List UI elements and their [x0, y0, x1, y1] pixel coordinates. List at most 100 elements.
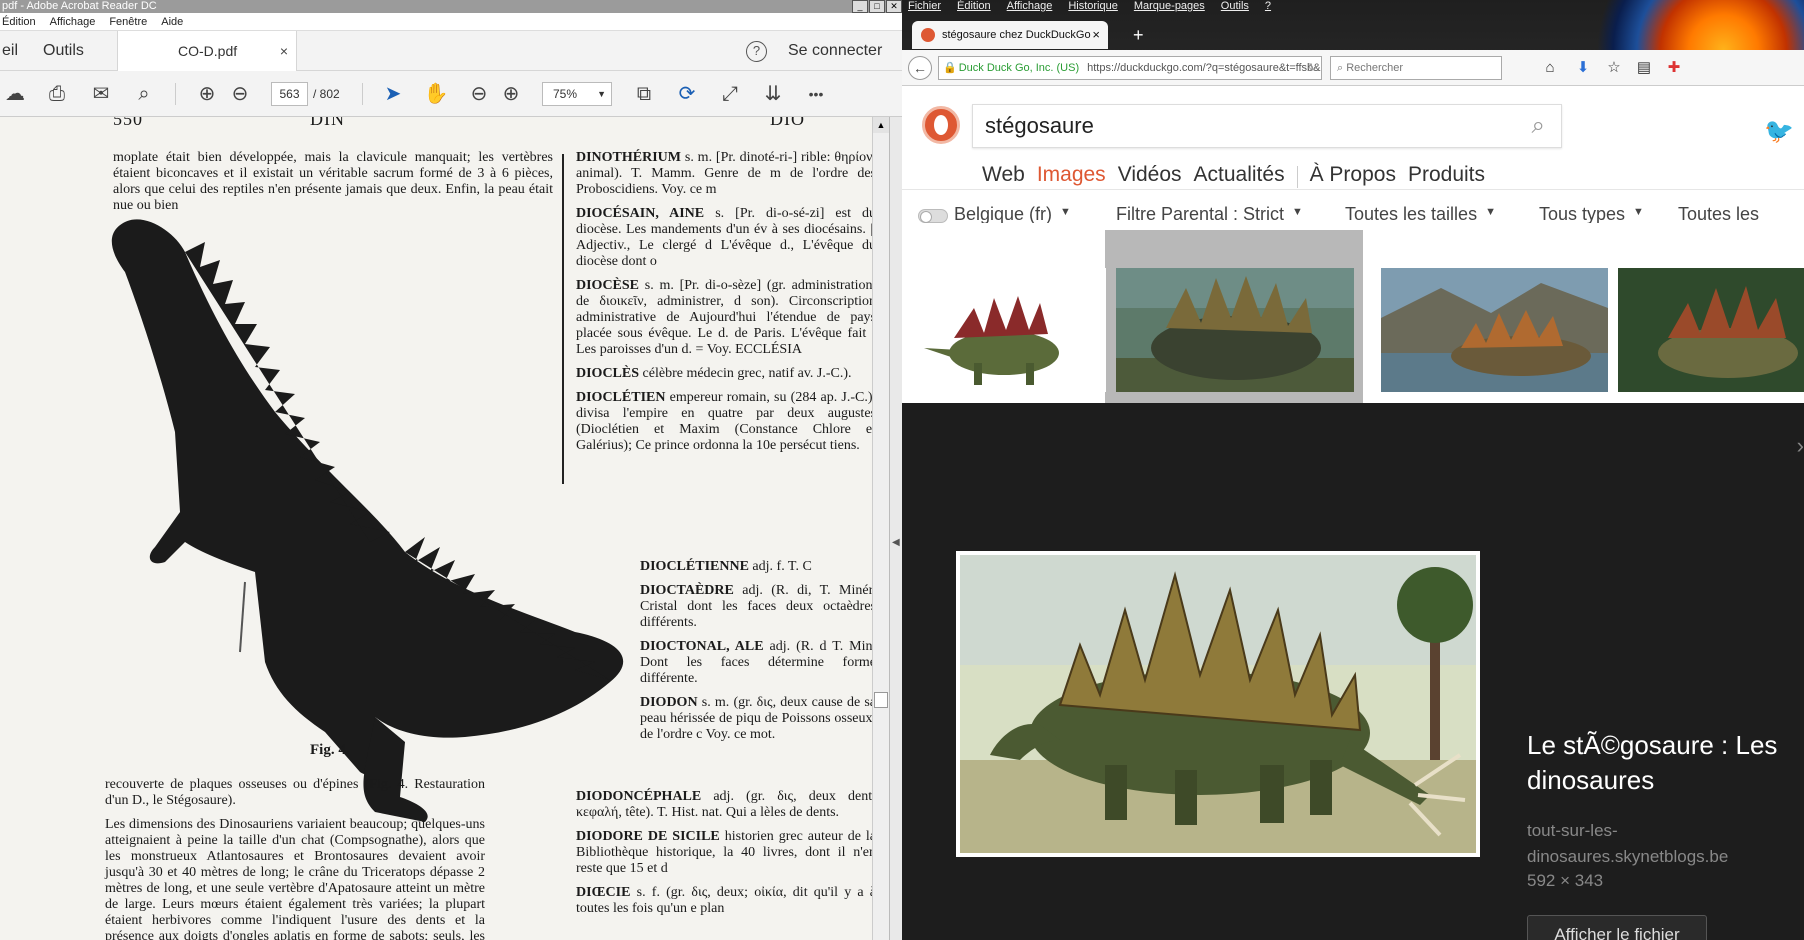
image-thumbnail[interactable] [1381, 268, 1608, 392]
nav-videos[interactable]: Vidéos [1118, 163, 1182, 188]
size-filter[interactable]: Toutes les tailles ▼ [1345, 204, 1496, 223]
paragraph: recouverte de plaques osseuses ou d'épin… [105, 777, 485, 808]
caret-down-icon: ▼ [1633, 206, 1644, 218]
region-toggle[interactable] [918, 209, 948, 223]
running-head-right: DIO [770, 117, 805, 129]
lock-icon: 🔒 [943, 62, 957, 74]
menu-edition[interactable]: Édition [957, 0, 991, 14]
acrobat-toolbar: ☁ ⎙ ✉ ⌕ ⊕ ⊖ 563 / 802 ➤ ✋ ⊖ ⊕ 75% ▼ ⧉ ⟳ ⤢… [0, 71, 902, 117]
site-identity[interactable]: Duck Duck Go, Inc. (US) [959, 62, 1079, 74]
image-detail-panel: › Le stÃ©gosaure : Les dinosaures tout-s… [902, 403, 1804, 940]
query-input[interactable]: stégosaure ⌕ [972, 104, 1562, 148]
dictionary-entry: DIOCLÉTIEN empereur romain, su (284 ap. … [576, 390, 872, 454]
print-icon[interactable]: ⎙ [44, 81, 70, 107]
select-cursor-icon[interactable]: ➤ [380, 81, 406, 107]
layout-filter[interactable]: Toutes les [1678, 204, 1759, 223]
menu-edition[interactable]: Édition [2, 13, 36, 30]
nav-products[interactable]: Produits [1408, 163, 1485, 188]
image-thumbnail[interactable] [914, 268, 1106, 392]
menu-affichage[interactable]: Affichage [1007, 0, 1053, 14]
region-filter[interactable]: Belgique (fr) ▼ [954, 204, 1071, 223]
open-file-button[interactable]: Afficher le fichier [1527, 915, 1707, 940]
twitter-icon[interactable]: 🐦 [1764, 117, 1794, 146]
dictionary-entry: DIOCÈSE s. m. [Pr. di-o-sèze] (gr. admin… [576, 278, 872, 358]
fit-page-icon[interactable]: ⧉ [631, 81, 657, 107]
running-head-left: DIN [310, 117, 345, 129]
close-icon[interactable]: › [1797, 433, 1804, 459]
zoom-out-icon[interactable]: ⊖ [466, 81, 492, 107]
next-page-icon[interactable]: ⊖ [227, 81, 253, 107]
menu-historique[interactable]: Historique [1068, 0, 1118, 14]
paragraph: Les dimensions des Dinosauriens variaien… [105, 817, 485, 940]
menu-marque-pages[interactable]: Marque-pages [1134, 0, 1205, 14]
collapse-arrow-icon[interactable]: ◀ [892, 537, 900, 548]
rotate-icon[interactable]: ⟳ [674, 81, 700, 107]
close-button[interactable]: ✕ [886, 0, 902, 13]
menu-fenetre[interactable]: Fenêtre [109, 13, 147, 30]
right-column-lower: DIOCLÉTIENNE adj. f. T. C DIOCTAÈDRE adj… [640, 559, 872, 751]
sign-in-link[interactable]: Se connecter [788, 31, 882, 71]
image-source[interactable]: tout-sur-les-dinosaures.skynetblogs.be [1527, 818, 1797, 870]
reload-icon[interactable]: ↻ [1308, 57, 1317, 79]
nav-web[interactable]: Web [982, 163, 1025, 188]
menu-help[interactable]: ? [1265, 0, 1271, 14]
address-bar[interactable]: 🔒 Duck Duck Go, Inc. (US) https://duckduck… [938, 56, 1322, 80]
cloud-upload-icon[interactable]: ☁ [2, 81, 28, 107]
bookmark-star-icon[interactable]: ☆ [1602, 56, 1626, 80]
left-column-bottom: recouverte de plaques osseuses ou d'épin… [105, 777, 485, 940]
tab-document[interactable]: CO-D.pdf × [117, 31, 297, 72]
home-icon[interactable]: ⌂ [1538, 56, 1562, 80]
nav-about[interactable]: À Propos [1310, 163, 1396, 188]
tab-home[interactable]: eil [2, 31, 18, 71]
zoom-select[interactable]: 75% ▼ [542, 82, 612, 106]
scrollbar-thumb[interactable] [874, 692, 888, 708]
back-arrow-icon[interactable]: ← [908, 56, 932, 80]
help-icon[interactable]: ? [746, 41, 767, 62]
new-tab-button[interactable]: + [1133, 21, 1144, 49]
search-placeholder: Rechercher [1346, 62, 1404, 74]
download-icon[interactable]: ⬇ [1571, 56, 1595, 80]
duckduckgo-logo-icon[interactable] [922, 106, 960, 144]
navigation-bar: ← 🔒 Duck Duck Go, Inc. (US) https://duckdu… [902, 50, 1804, 86]
search-type-nav: Web Images Vidéos Actualités À Propos Pr… [982, 163, 1485, 188]
search-input[interactable]: ⌕ Rechercher [1330, 56, 1502, 80]
search-icon[interactable]: ⌕ [1532, 105, 1545, 147]
caret-down-icon: ▼ [1292, 206, 1303, 218]
more-tools-icon[interactable]: ••• [803, 81, 829, 107]
zoom-in-icon[interactable]: ⊕ [498, 81, 524, 107]
pane-splitter[interactable]: ◀ [889, 117, 902, 940]
minimize-button[interactable]: _ [852, 0, 868, 13]
acrobat-title-bar: pdf - Adobe Acrobat Reader DC _ □ ✕ [0, 0, 902, 13]
tab-title: stégosaure chez DuckDuckGo [942, 29, 1091, 41]
maximize-button[interactable]: □ [869, 0, 885, 13]
menu-fichier[interactable]: Fichier [908, 0, 941, 14]
close-tab-icon[interactable]: × [1092, 21, 1100, 49]
menu-outils[interactable]: Outils [1221, 0, 1249, 14]
page-number-input[interactable]: 563 [271, 82, 308, 106]
window-title: pdf - Adobe Acrobat Reader DC [2, 0, 157, 12]
menu-aide[interactable]: Aide [161, 13, 183, 30]
image-thumbnail[interactable] [1116, 268, 1354, 392]
reading-list-icon[interactable]: ▤ [1632, 56, 1656, 80]
nav-images[interactable]: Images [1037, 163, 1106, 188]
fullscreen-icon[interactable]: ⤢ [717, 81, 743, 107]
nav-news[interactable]: Actualités [1194, 163, 1285, 188]
tab-tools[interactable]: Outils [43, 31, 84, 71]
preview-image[interactable] [956, 551, 1480, 857]
close-tab-icon[interactable]: × [280, 31, 288, 71]
type-filter[interactable]: Tous types ▼ [1539, 204, 1644, 223]
menu-affichage[interactable]: Affichage [50, 13, 96, 30]
image-thumbnail[interactable] [1618, 268, 1804, 392]
safe-search-filter[interactable]: Filtre Parental : Strict ▼ [1116, 204, 1303, 223]
browser-tab[interactable]: stégosaure chez DuckDuckGo × [912, 21, 1108, 49]
search-icon[interactable]: ⌕ [131, 81, 157, 107]
read-mode-icon[interactable]: ⇊ [760, 81, 786, 107]
scroll-up-arrow-icon[interactable]: ▲ [873, 117, 889, 133]
hand-tool-icon[interactable]: ✋ [423, 81, 449, 107]
previous-page-icon[interactable]: ⊕ [194, 81, 220, 107]
pdf-scrollbar[interactable]: ▲ [872, 117, 889, 940]
extension-icon[interactable]: ✚ [1662, 56, 1686, 80]
image-title[interactable]: Le stÃ©gosaure : Les dinosaures [1527, 728, 1787, 798]
mail-icon[interactable]: ✉ [88, 81, 114, 107]
entry-headword: DIOCLÉTIEN [576, 390, 666, 405]
